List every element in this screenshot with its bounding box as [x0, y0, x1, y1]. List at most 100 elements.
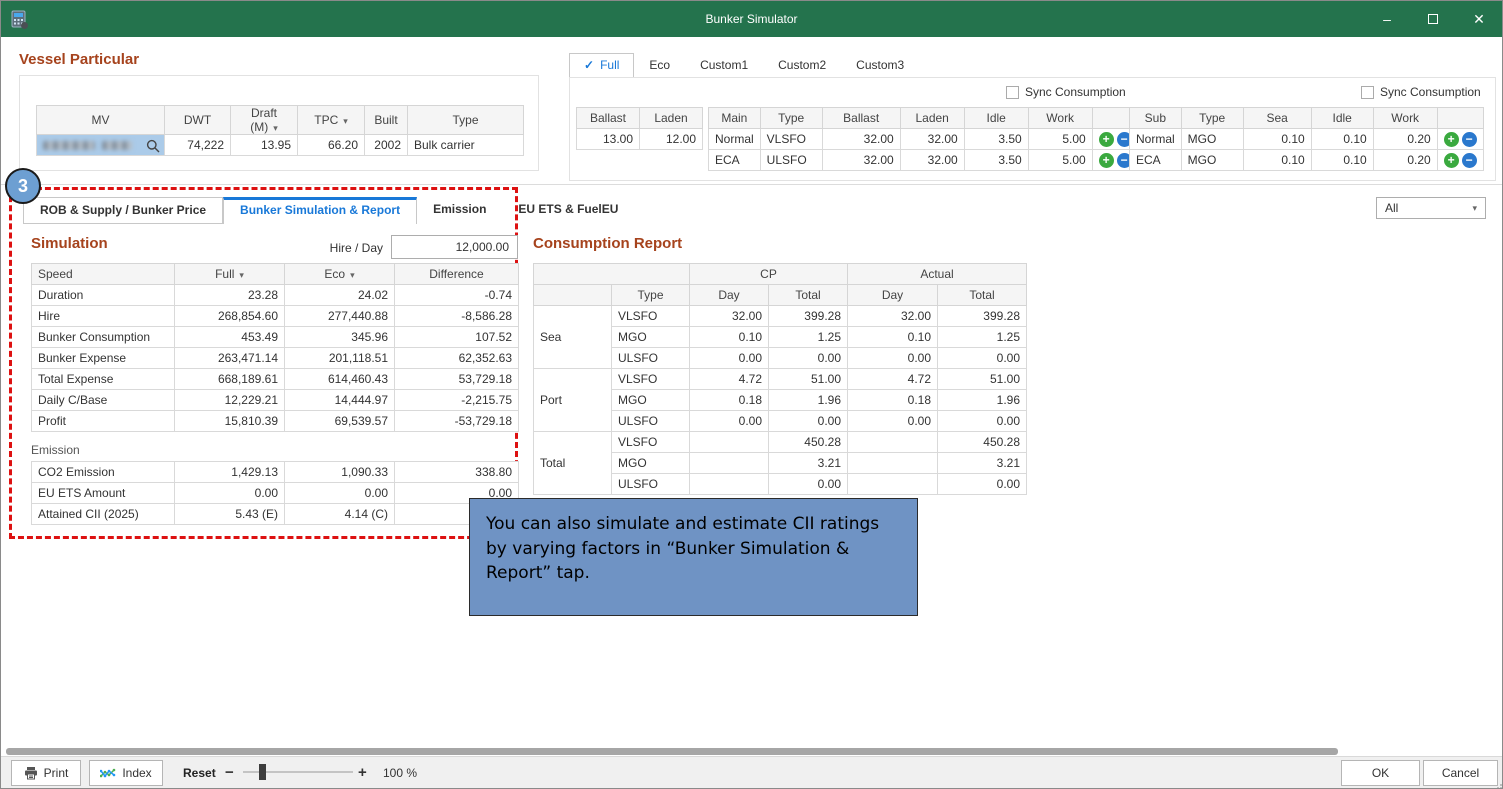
- vessel-col-built: Built: [365, 106, 408, 135]
- consumption-report-heading: Consumption Report: [533, 235, 682, 252]
- add-row-button[interactable]: +: [1444, 153, 1459, 168]
- engine-cell[interactable]: 32.00: [822, 129, 900, 150]
- engine-cell[interactable]: 32.00: [900, 150, 964, 171]
- table-row: Daily C/Base12,229.2114,444.97-2,215.75: [32, 390, 519, 411]
- engine-cell[interactable]: 5.00: [1028, 150, 1092, 171]
- engine-cell[interactable]: 0.10: [1311, 150, 1373, 171]
- cancel-button[interactable]: Cancel: [1423, 760, 1498, 786]
- speed-col-laden: Laden: [640, 108, 703, 129]
- fuel-type-cell: ULSFO: [612, 348, 690, 369]
- add-row-button[interactable]: +: [1444, 132, 1459, 147]
- report-tab-eu-ets-fueleu[interactable]: EU ETS & FuelEU: [502, 197, 634, 224]
- engine-col-type: Type: [1181, 108, 1243, 129]
- engine-cell[interactable]: 0.10: [1311, 129, 1373, 150]
- engine-col-ballast: Ballast: [822, 108, 900, 129]
- sim-col-eco[interactable]: Eco▾: [285, 264, 395, 285]
- engine-cell[interactable]: 0.20: [1373, 129, 1437, 150]
- checkbox-icon: [1361, 86, 1374, 99]
- row-label: Hire: [32, 306, 175, 327]
- hire-day-input[interactable]: [391, 235, 518, 259]
- cons-col-type: Type: [612, 285, 690, 306]
- horizontal-scrollbar[interactable]: [6, 748, 1338, 755]
- report-tab-rob-supply-bunker-price[interactable]: ROB & Supply / Bunker Price: [23, 197, 223, 224]
- vessel-col-draft[interactable]: Draft (M)▾: [231, 106, 298, 135]
- engine-cell[interactable]: 5.00: [1028, 129, 1092, 150]
- value-cell: 1,429.13: [175, 462, 285, 483]
- engine-cell[interactable]: 0.20: [1373, 150, 1437, 171]
- sync-consumption-checkbox-sub[interactable]: Sync Consumption: [1361, 85, 1481, 99]
- fuel-type-cell: VLSFO: [612, 306, 690, 327]
- profile-tab-label: Custom1: [700, 58, 748, 72]
- add-row-button[interactable]: +: [1099, 132, 1114, 147]
- value-cell: 453.49: [175, 327, 285, 348]
- speed-ballast-value[interactable]: 13.00: [577, 129, 640, 150]
- engine-cell[interactable]: 3.50: [964, 150, 1028, 171]
- chevron-down-icon: ▾: [1472, 203, 1477, 214]
- consumption-group-label: Total: [534, 432, 612, 495]
- engine-cell: MGO: [1181, 129, 1243, 150]
- value-cell: 0.00: [769, 348, 848, 369]
- engine-row: ECAULSFO32.0032.003.505.00+−: [709, 150, 1139, 171]
- engine-cell[interactable]: 0.10: [1243, 150, 1311, 171]
- value-cell: 1.25: [938, 327, 1027, 348]
- profile-tab-full[interactable]: ✓Full: [569, 53, 634, 77]
- report-tab-emission[interactable]: Emission: [417, 197, 502, 224]
- table-row: Total Expense668,189.61614,460.4353,729.…: [32, 369, 519, 390]
- vessel-col-type: Type: [408, 106, 524, 135]
- value-cell: 399.28: [769, 306, 848, 327]
- report-tab-bunker-simulation-report[interactable]: Bunker Simulation & Report: [223, 197, 417, 224]
- sync-consumption-checkbox-main[interactable]: Sync Consumption: [1006, 85, 1126, 99]
- value-cell: [690, 432, 769, 453]
- zoom-in-button[interactable]: +: [358, 764, 367, 781]
- engine-cell: Normal: [1130, 129, 1182, 150]
- engine-cell[interactable]: 3.50: [964, 129, 1028, 150]
- speed-laden-value[interactable]: 12.00: [640, 129, 703, 150]
- chevron-down-icon: ▾: [343, 116, 348, 126]
- zoom-out-button[interactable]: −: [225, 764, 234, 781]
- ok-button[interactable]: OK: [1341, 760, 1420, 786]
- remove-row-button[interactable]: −: [1462, 132, 1477, 147]
- value-cell: 4.14 (C): [285, 504, 395, 525]
- fuel-type-cell: VLSFO: [612, 369, 690, 390]
- profile-tab-custom2[interactable]: Custom2: [763, 53, 841, 77]
- zoom-slider-handle[interactable]: [259, 764, 266, 780]
- cons-blank-header: [534, 264, 690, 285]
- filter-dropdown[interactable]: All ▾: [1376, 197, 1486, 219]
- engine-cell[interactable]: 32.00: [900, 129, 964, 150]
- close-button[interactable]: ✕: [1456, 1, 1502, 37]
- value-cell: 24.02: [285, 285, 395, 306]
- value-cell: 0.00: [848, 348, 938, 369]
- horizontal-divider: [1, 184, 1503, 185]
- print-button[interactable]: Print: [11, 760, 81, 786]
- value-cell: 4.72: [848, 369, 938, 390]
- profile-tab-custom3[interactable]: Custom3: [841, 53, 919, 77]
- value-cell: 450.28: [938, 432, 1027, 453]
- engine-row-buttons: +−: [1437, 150, 1483, 171]
- index-button[interactable]: Index: [89, 760, 163, 786]
- profile-tab-strip: ✓FullEco Custom1 Custom2Custom3: [569, 53, 919, 77]
- engine-cell[interactable]: 0.10: [1243, 129, 1311, 150]
- value-cell: 277,440.88: [285, 306, 395, 327]
- vessel-col-tpc[interactable]: TPC▾: [298, 106, 365, 135]
- engine-cell: Normal: [709, 129, 761, 150]
- resize-grip[interactable]: [1494, 784, 1502, 789]
- remove-row-button[interactable]: −: [1462, 153, 1477, 168]
- profile-tab-eco[interactable]: Eco: [634, 53, 685, 77]
- vessel-name-cell[interactable]: [37, 135, 165, 156]
- reset-zoom-button[interactable]: Reset: [183, 766, 216, 780]
- search-icon[interactable]: [146, 139, 160, 153]
- filter-dropdown-value: All: [1385, 201, 1398, 215]
- consumption-group-label: Sea: [534, 306, 612, 369]
- profile-tab-custom1[interactable]: Custom1: [685, 53, 763, 77]
- cons-col-actual: Actual: [848, 264, 1027, 285]
- sim-col-full[interactable]: Full▾: [175, 264, 285, 285]
- maximize-button[interactable]: [1410, 1, 1456, 37]
- minimize-button[interactable]: –: [1364, 1, 1410, 37]
- value-cell: 399.28: [938, 306, 1027, 327]
- engine-row: ECAMGO0.100.100.20+−: [1130, 150, 1484, 171]
- value-cell: 0.00: [690, 411, 769, 432]
- value-cell: 614,460.43: [285, 369, 395, 390]
- add-row-button[interactable]: +: [1099, 153, 1114, 168]
- vessel-dwt-value: 74,222: [165, 135, 231, 156]
- engine-cell[interactable]: 32.00: [822, 150, 900, 171]
